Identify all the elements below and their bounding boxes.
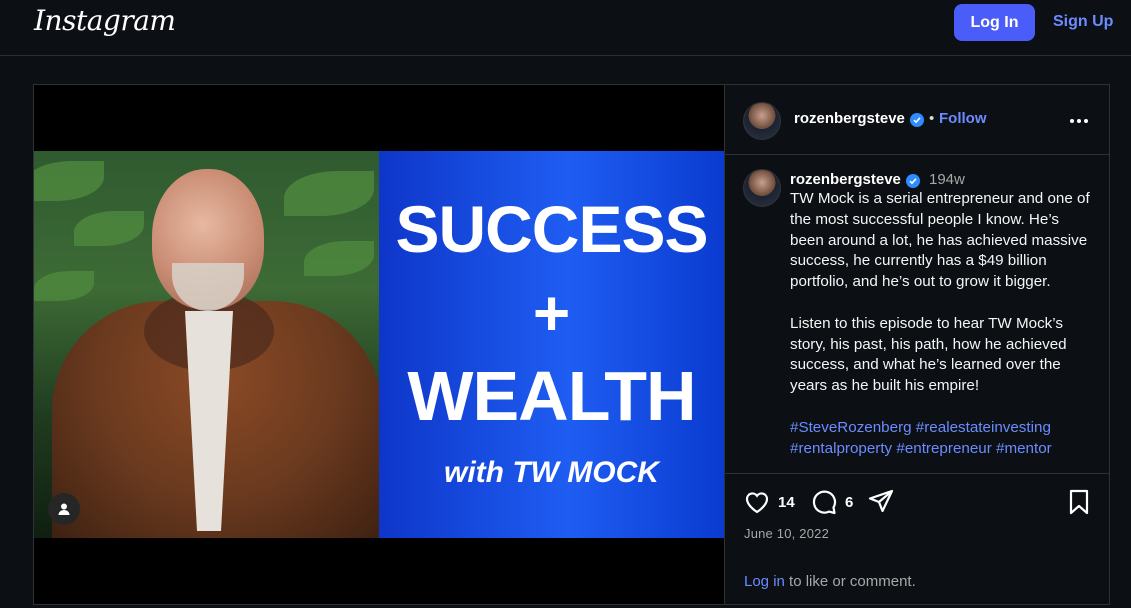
heart-icon[interactable] [743,488,771,516]
username[interactable]: rozenbergsteve [794,110,905,127]
promo-plus: + [532,277,571,349]
caption-area[interactable]: rozenbergsteve 194w TW Mock is a serial … [725,155,1109,473]
instagram-logo[interactable]: Instagram [34,4,176,37]
verified-badge-icon [910,113,924,127]
signup-link[interactable]: Sign Up [1053,13,1113,31]
tag-people-icon[interactable] [48,493,80,525]
more-options-icon[interactable] [1067,109,1091,133]
hashtags[interactable]: #SteveRozenberg #realestateinvesting #re… [790,419,1052,457]
caption-text: TW Mock is a serial entrepreneur and one… [790,189,1092,459]
login-prompt-text: to like or comment. [784,573,916,590]
follow-button[interactable]: Follow [939,110,987,127]
caption-body: TW Mock is a serial entrepreneur and one… [790,190,1090,395]
post-media[interactable]: SUCCESS + WEALTH with TW MOCK [34,85,724,604]
post-card: SUCCESS + WEALTH with TW MOCK rozenbergs… [33,84,1110,605]
comments-count: 6 [845,494,854,511]
share-icon[interactable] [867,488,895,516]
promo-title-line1: SUCCESS [395,192,708,266]
top-bar: Instagram Log In Sign Up [0,0,1131,56]
comment-icon[interactable] [810,488,838,516]
likes-count: 14 [778,494,795,511]
promo-subtitle: with TW MOCK [444,456,659,489]
video-thumbnail[interactable]: SUCCESS + WEALTH with TW MOCK [34,151,724,538]
caption-avatar[interactable] [743,169,781,207]
post-actions: 14 6 June 10, 2022 Log in to like or com… [725,473,1109,604]
post-header: rozenbergsteve • Follow [725,85,1109,155]
promo-panel: SUCCESS + WEALTH with TW MOCK [379,151,724,538]
login-prompt: Log in to like or comment. [744,573,916,590]
promo-title-line2: WEALTH [407,357,696,435]
separator-dot: • [929,110,935,127]
login-button[interactable]: Log In [954,4,1035,41]
post-time: 194w [929,171,965,188]
verified-badge-icon [906,174,920,188]
post-date: June 10, 2022 [744,526,830,541]
thumbnail-photo [34,151,379,538]
caption-username[interactable]: rozenbergsteve [790,171,901,188]
post-sidebar: rozenbergsteve • Follow rozenbergsteve 1… [724,85,1109,604]
login-link[interactable]: Log in [744,573,785,590]
bookmark-icon[interactable] [1065,488,1093,516]
avatar[interactable] [743,102,781,140]
